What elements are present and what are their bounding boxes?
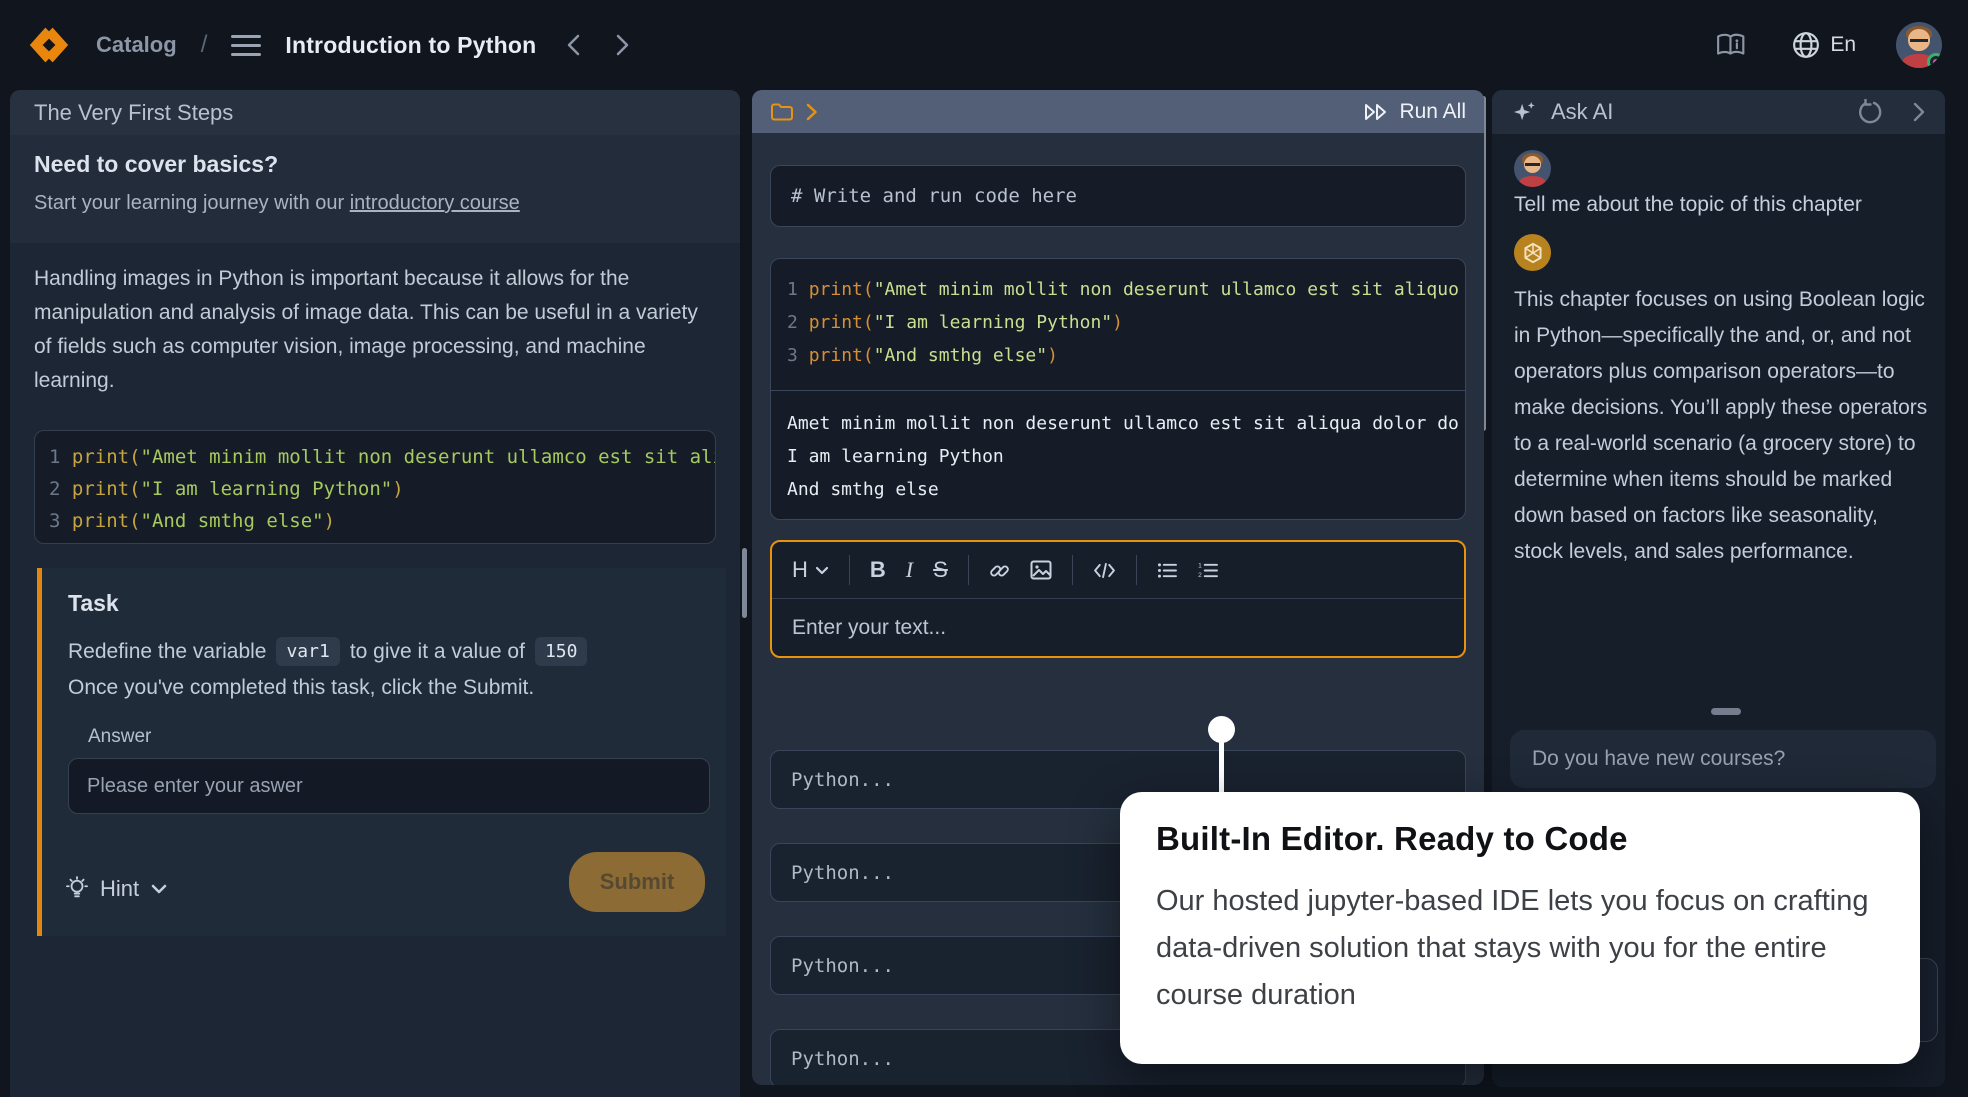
language-selector[interactable]: En xyxy=(1792,31,1856,59)
notebook-toolbar: Run All xyxy=(752,90,1484,133)
lesson-header: The Very First Steps xyxy=(10,90,740,135)
run-all-button[interactable]: Run All xyxy=(1364,100,1466,124)
expand-files-chevron-icon[interactable] xyxy=(806,103,818,121)
editor-text-area[interactable]: Enter your text... xyxy=(772,599,1464,656)
ask-ai-header: Ask AI xyxy=(1492,90,1945,134)
scratch-comment: # Write and run code here xyxy=(791,185,1077,207)
hint-button[interactable]: Hint xyxy=(66,876,167,902)
code-cell[interactable]: 1 print("Amet minim mollit non deserunt … xyxy=(770,258,1466,520)
editor-toolbar: H B I S xyxy=(772,542,1464,599)
user-message: Tell me about the topic of this chapter xyxy=(1514,193,1928,217)
lesson-code-sample: 1 print("Amet minim mollit non deserunt … xyxy=(34,430,716,544)
basics-heading: Need to cover basics? xyxy=(34,151,716,178)
heading-button[interactable]: H xyxy=(792,557,829,583)
topbar: Catalog / Introduction to Python En xyxy=(0,0,1968,90)
bullet-list-icon[interactable] xyxy=(1157,562,1178,579)
user-avatar[interactable] xyxy=(1896,22,1942,68)
tooltip-title: Built-In Editor. Ready to Code xyxy=(1156,820,1884,858)
globe-icon xyxy=(1792,31,1820,59)
glossary-book-icon[interactable] xyxy=(1716,33,1746,57)
basics-callout: Need to cover basics? Start your learnin… xyxy=(10,135,740,243)
app-logo-icon[interactable] xyxy=(26,24,72,66)
lesson-title: The Very First Steps xyxy=(34,100,233,126)
code-line: 1 print("Amet minim mollit non deserunt … xyxy=(49,441,701,473)
submit-button[interactable]: Submit xyxy=(569,852,705,912)
code-line: 3 print("And smthg else") xyxy=(787,339,1449,372)
bold-button[interactable]: B xyxy=(870,557,886,583)
task-value-chip: 150 xyxy=(535,637,588,666)
ai-assistant-avatar xyxy=(1514,234,1551,271)
chevron-down-icon xyxy=(151,884,167,894)
lesson-paragraph: Handling images in Python is important b… xyxy=(34,262,710,398)
svg-text:1: 1 xyxy=(1198,562,1202,569)
reset-chat-icon[interactable] xyxy=(1857,99,1883,125)
folder-icon[interactable] xyxy=(770,102,794,122)
prev-chapter-icon[interactable] xyxy=(566,34,586,56)
introductory-course-link[interactable]: introductory course xyxy=(350,192,520,214)
image-icon[interactable] xyxy=(1030,560,1052,580)
task-text-2: Once you've completed this task, click t… xyxy=(68,676,704,700)
output-line: And smthg else xyxy=(787,473,1449,506)
language-label: En xyxy=(1830,33,1856,57)
cell-output: Amet minim mollit non deserunt ullamco e… xyxy=(771,390,1465,519)
rich-text-cell: H B I S xyxy=(770,540,1466,658)
answer-input[interactable] xyxy=(68,758,710,814)
editor-placeholder: Enter your text... xyxy=(792,616,946,640)
tooltip-body: Our hosted jupyter-based IDE lets you fo… xyxy=(1156,878,1884,1019)
course-menu-icon[interactable] xyxy=(231,35,261,56)
lesson-scrollbar[interactable] xyxy=(742,548,747,618)
output-line: Amet minim mollit non deserunt ullamco e… xyxy=(787,407,1449,440)
lesson-panel: The Very First Steps Need to cover basic… xyxy=(10,90,740,1097)
hint-label: Hint xyxy=(100,876,139,902)
chat-user-avatar xyxy=(1514,150,1551,187)
task-text: Redefine the variable xyxy=(68,640,266,664)
ai-message: This chapter focuses on using Boolean lo… xyxy=(1514,282,1928,570)
resize-handle[interactable] xyxy=(1711,708,1741,715)
basics-text: Start your learning journey with our xyxy=(34,192,344,214)
breadcrumb-separator: / xyxy=(201,31,208,59)
link-icon[interactable] xyxy=(989,560,1010,581)
code-icon[interactable] xyxy=(1093,562,1116,579)
task-card: Task Redefine the variable var1 to give … xyxy=(37,568,726,936)
suggested-question-chip[interactable]: Do you have new courses? xyxy=(1510,730,1936,788)
task-heading: Task xyxy=(68,590,704,617)
strikethrough-button[interactable]: S xyxy=(933,557,948,583)
scratch-cell[interactable]: # Write and run code here xyxy=(770,165,1466,227)
achievement-badge xyxy=(1927,53,1942,68)
code-line: 1 print("Amet minim mollit non deserunt … xyxy=(787,273,1449,306)
bulb-icon xyxy=(66,876,88,902)
course-title: Introduction to Python xyxy=(285,32,536,59)
svg-text:2: 2 xyxy=(1198,572,1202,579)
code-line: 2 print("I am learning Python") xyxy=(49,473,701,505)
numbered-list-icon[interactable]: 1 2 xyxy=(1198,562,1219,579)
collapse-panel-chevron-icon[interactable] xyxy=(1913,102,1925,122)
run-all-icon xyxy=(1364,103,1390,121)
ask-ai-title: Ask AI xyxy=(1551,99,1613,125)
run-all-label: Run All xyxy=(1399,100,1466,124)
tooltip-anchor-dot xyxy=(1208,716,1235,743)
onboarding-tooltip: Built-In Editor. Ready to Code Our hoste… xyxy=(1120,792,1920,1064)
code-line: 2 print("I am learning Python") xyxy=(787,306,1449,339)
output-line: I am learning Python xyxy=(787,440,1449,473)
task-variable-chip: var1 xyxy=(276,637,339,666)
sparkle-icon xyxy=(1512,101,1537,124)
task-text: to give it a value of xyxy=(350,640,525,664)
code-line: 3 print("And smthg else") xyxy=(49,505,701,537)
breadcrumb-catalog[interactable]: Catalog xyxy=(96,32,177,58)
answer-label: Answer xyxy=(88,726,704,748)
italic-button[interactable]: I xyxy=(906,557,913,583)
next-chapter-icon[interactable] xyxy=(616,34,636,56)
